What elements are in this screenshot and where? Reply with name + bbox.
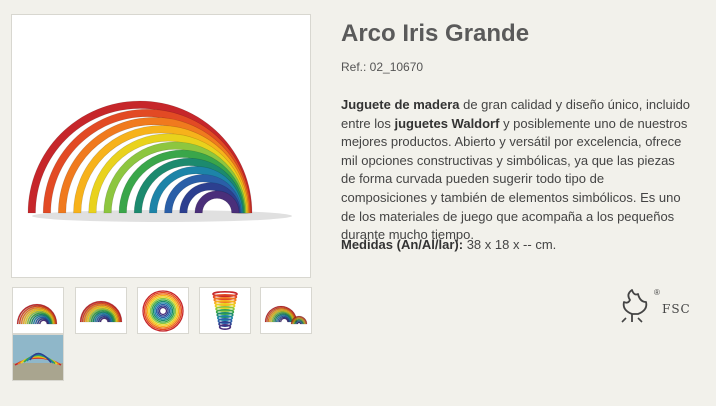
- fsc-certification: ® FSC: [618, 288, 691, 329]
- main-product-image: [11, 14, 311, 278]
- thumbnail-rainbow-outdoor[interactable]: [12, 334, 64, 381]
- measures-value: 38 x 18 x -- cm.: [463, 237, 557, 252]
- measures-label: Medidas (An/Al/lar):: [341, 237, 464, 252]
- thumbnail-rainbow-angle[interactable]: [75, 287, 127, 334]
- description-text-2: y posiblemente uno de nuestros mejores p…: [341, 115, 688, 243]
- fsc-tree-icon: [618, 288, 656, 329]
- description-bold-2: juguetes Waldorf: [394, 115, 500, 131]
- t2-ring-11: [158, 306, 168, 316]
- registered-mark: ®: [654, 288, 660, 297]
- product-description: Juguete de madera de gran calidad y dise…: [341, 96, 691, 245]
- fsc-label: FSC: [662, 301, 691, 316]
- thumbnail-split-image: [264, 305, 308, 325]
- thumbnail-angle-image: [79, 300, 123, 323]
- thumbnail-spread-image: [142, 290, 184, 332]
- thumbnail-rainbow-front[interactable]: [12, 287, 64, 334]
- t2-ring-5: [149, 297, 177, 325]
- thumbnail-front-image: [16, 303, 58, 325]
- t5-ground: [13, 363, 63, 380]
- thumbnail-rainbow-stacked[interactable]: [199, 287, 251, 334]
- product-measures: Medidas (An/Al/lar): 38 x 18 x -- cm.: [341, 237, 556, 252]
- t4b-arc-11: [297, 322, 301, 325]
- product-title: Arco Iris Grande: [341, 20, 530, 47]
- thumbnail-stacked-image: [212, 290, 238, 330]
- thumbnail-rainbow-split[interactable]: [260, 287, 312, 334]
- description-bold-1: Juguete de madera: [341, 97, 460, 112]
- product-reference: Ref.: 02_10670: [341, 60, 424, 74]
- thumbnail-rainbow-spread[interactable]: [137, 287, 189, 334]
- thumbnail-outdoor-image: [13, 335, 63, 380]
- main-shadow: [32, 210, 292, 222]
